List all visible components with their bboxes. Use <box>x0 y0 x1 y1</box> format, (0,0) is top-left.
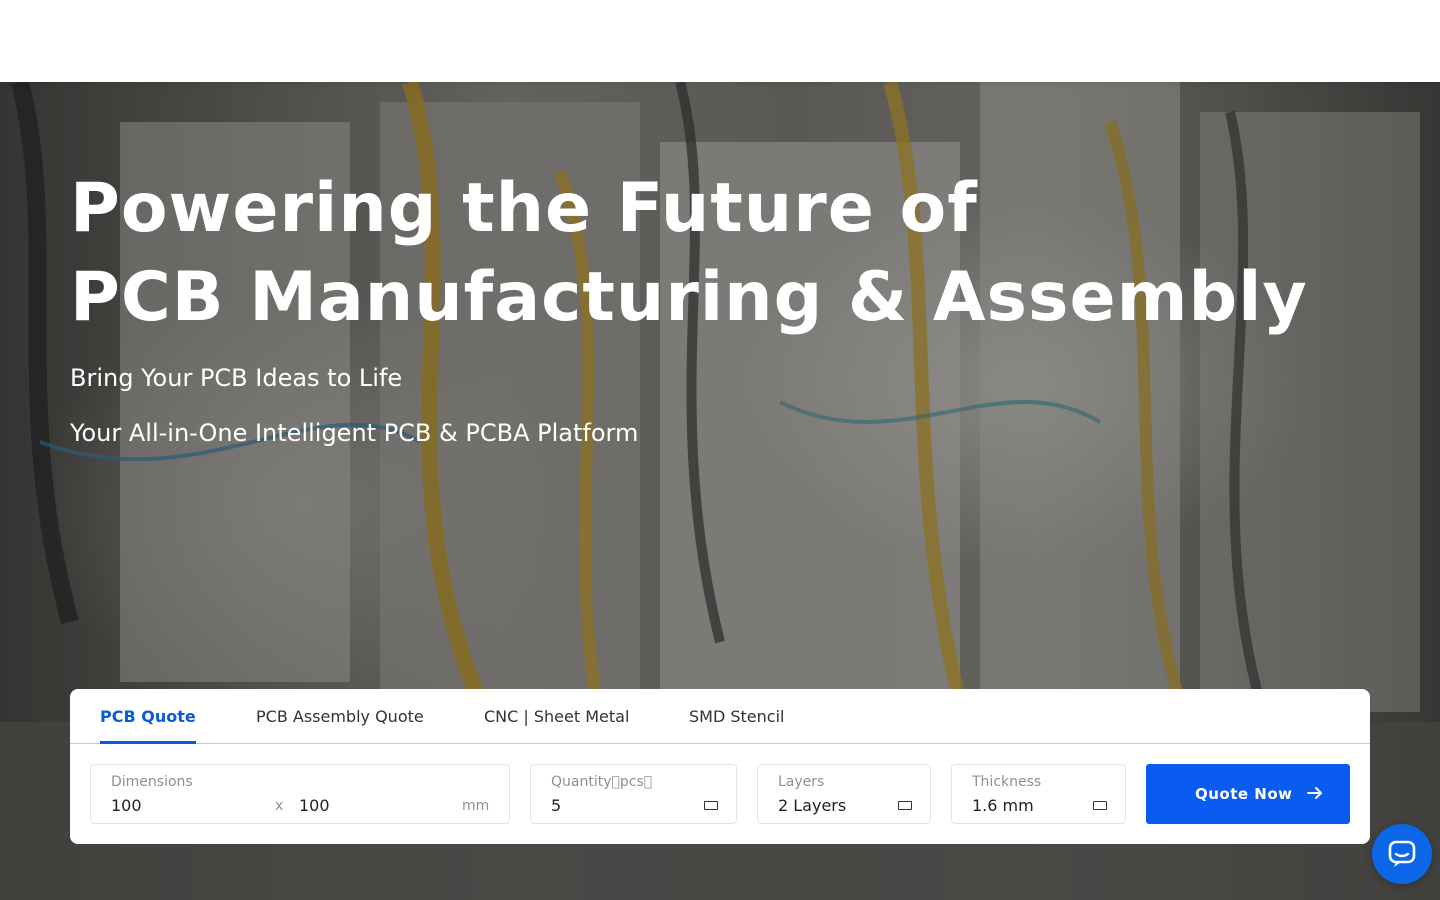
tab-pcb-assembly-quote[interactable]: PCB Assembly Quote <box>256 707 424 726</box>
dropdown-icon <box>898 801 912 810</box>
chat-widget-button[interactable] <box>1372 824 1432 884</box>
thickness-value: 1.6 mm <box>972 796 1034 815</box>
dropdown-icon <box>1093 801 1107 810</box>
headline-line-1: Powering the Future of <box>70 169 978 248</box>
hero-subtitle-1: Bring Your PCB Ideas to Life <box>70 364 403 392</box>
quantity-label: Quantity pcs  <box>551 774 653 790</box>
quote-tabs: PCB Quote PCB Assembly Quote CNC | Sheet… <box>70 689 1370 744</box>
quote-panel: PCB Quote PCB Assembly Quote CNC | Sheet… <box>70 689 1370 844</box>
top-navigation-bar <box>0 0 1440 82</box>
dimensions-field: Dimensions 100 x 100 mm <box>90 764 510 824</box>
quote-now-label: Quote Now <box>1195 785 1293 803</box>
hero-subtitle-2: Your All-in-One Intelligent PCB & PCBA P… <box>70 419 639 447</box>
dimension-separator: x <box>275 798 284 814</box>
tab-pcb-quote[interactable]: PCB Quote <box>100 707 196 726</box>
tab-smd-stencil[interactable]: SMD Stencil <box>689 707 784 726</box>
quantity-select[interactable]: Quantity pcs  5 <box>530 764 737 824</box>
quantity-value: 5 <box>551 796 562 815</box>
hero-headline: Powering the Future of PCB Manufacturing… <box>70 164 1308 342</box>
thickness-label: Thickness <box>972 774 1042 790</box>
active-tab-indicator <box>100 741 196 744</box>
thickness-select[interactable]: Thickness 1.6 mm <box>951 764 1126 824</box>
dimension-height-input[interactable]: 100 <box>299 796 330 815</box>
layers-label: Layers <box>778 774 825 790</box>
dropdown-icon <box>704 801 718 810</box>
quote-now-button[interactable]: Quote Now <box>1146 764 1350 824</box>
chat-bubble-icon <box>1388 840 1416 867</box>
dimensions-label: Dimensions <box>111 774 193 790</box>
tab-cnc-sheet-metal[interactable]: CNC | Sheet Metal <box>484 707 629 726</box>
headline-line-2: PCB Manufacturing & Assembly <box>70 258 1308 337</box>
layers-value: 2 Layers <box>778 796 847 815</box>
arrow-right-icon <box>1307 787 1322 799</box>
dimension-width-input[interactable]: 100 <box>111 796 142 815</box>
dimension-unit: mm <box>462 798 490 814</box>
layers-select[interactable]: Layers 2 Layers <box>757 764 931 824</box>
